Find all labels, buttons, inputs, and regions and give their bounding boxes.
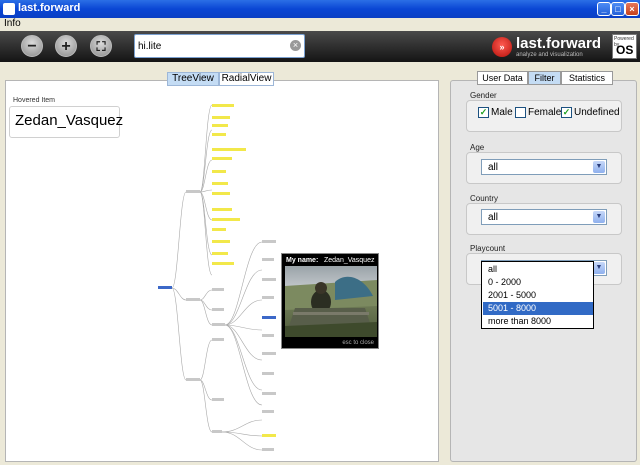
playcount-option[interactable]: all bbox=[483, 263, 593, 276]
tree-leaf[interactable] bbox=[262, 372, 274, 375]
tree-leaf-highlighted[interactable] bbox=[212, 124, 228, 127]
tree-leaf-highlighted[interactable] bbox=[212, 104, 234, 107]
chevron-down-icon[interactable]: ▼ bbox=[593, 211, 605, 223]
tree-leaf-highlighted[interactable] bbox=[262, 434, 276, 437]
country-title: Country bbox=[470, 194, 499, 203]
tree-leaf[interactable] bbox=[262, 448, 274, 451]
age-select[interactable]: all ▼ bbox=[481, 159, 607, 175]
tree-leaf-highlighted[interactable] bbox=[212, 228, 226, 231]
tree-node[interactable] bbox=[186, 378, 200, 381]
tree-leaf[interactable] bbox=[262, 410, 274, 413]
tree-node[interactable] bbox=[186, 298, 200, 301]
tree-root-node[interactable] bbox=[158, 286, 172, 289]
tree-leaf-highlighted[interactable] bbox=[212, 192, 230, 195]
tree-leaf-selected[interactable] bbox=[262, 316, 276, 319]
popup-close-hint[interactable]: esc to close bbox=[342, 340, 374, 346]
tree-leaf[interactable] bbox=[262, 352, 276, 355]
user-photo bbox=[285, 266, 377, 337]
tree-leaf[interactable] bbox=[212, 308, 224, 311]
tree-leaf-highlighted[interactable] bbox=[212, 116, 230, 119]
tree-leaf[interactable] bbox=[262, 240, 276, 243]
tree-leaf-highlighted[interactable] bbox=[212, 240, 230, 243]
country-value: all bbox=[488, 212, 499, 223]
tree-leaf[interactable] bbox=[262, 296, 274, 299]
age-title: Age bbox=[470, 143, 485, 152]
tree-leaf-highlighted[interactable] bbox=[212, 148, 246, 151]
tree-leaf[interactable] bbox=[212, 338, 224, 341]
tree-leaf-highlighted[interactable] bbox=[212, 182, 228, 185]
playcount-option-highlighted[interactable]: 5001 - 8000 bbox=[483, 302, 593, 315]
tree-node[interactable] bbox=[212, 323, 225, 326]
user-popup: My name: Zedan_Vasquez esc to close bbox=[281, 253, 379, 349]
popup-name-value: Zedan_Vasquez bbox=[324, 257, 375, 264]
tree-leaf[interactable] bbox=[212, 288, 224, 291]
tab-statistics[interactable]: Statistics bbox=[561, 71, 613, 85]
undefined-label: Undefined bbox=[574, 107, 620, 118]
male-label: Male bbox=[491, 107, 513, 118]
country-select[interactable]: all ▼ bbox=[481, 209, 607, 225]
popup-name-label: My name: bbox=[286, 257, 319, 264]
undefined-checkbox[interactable]: ✓ bbox=[561, 107, 572, 118]
tree-leaf[interactable] bbox=[262, 278, 276, 281]
tree-leaf-highlighted[interactable] bbox=[212, 218, 240, 221]
tree-leaf-highlighted[interactable] bbox=[212, 133, 226, 136]
tab-user-data[interactable]: User Data bbox=[477, 71, 528, 85]
tree-leaf[interactable] bbox=[262, 392, 276, 395]
tab-filter[interactable]: Filter bbox=[528, 71, 561, 85]
tree-leaf[interactable] bbox=[262, 334, 274, 337]
playcount-dropdown: all 0 - 2000 2001 - 5000 5001 - 8000 mor… bbox=[481, 261, 594, 329]
age-value: all bbox=[488, 162, 499, 173]
tree-leaf-highlighted[interactable] bbox=[212, 262, 234, 265]
playcount-title: Playcount bbox=[470, 244, 506, 253]
male-checkbox[interactable]: ✓ bbox=[478, 107, 489, 118]
tree-leaf-highlighted[interactable] bbox=[212, 170, 226, 173]
tree-leaf-highlighted[interactable] bbox=[212, 252, 228, 255]
chevron-down-icon[interactable]: ▼ bbox=[593, 262, 605, 274]
tree-leaf-highlighted[interactable] bbox=[212, 157, 232, 160]
tree-node[interactable] bbox=[212, 430, 222, 433]
female-label: Female bbox=[528, 107, 562, 118]
tree-node[interactable] bbox=[186, 190, 200, 193]
user-photo-image bbox=[285, 276, 377, 337]
playcount-option[interactable]: 0 - 2000 bbox=[483, 276, 593, 289]
tree-leaf-highlighted[interactable] bbox=[212, 208, 232, 211]
gender-title: Gender bbox=[470, 91, 497, 100]
playcount-option[interactable]: more than 8000 bbox=[483, 315, 593, 328]
playcount-option[interactable]: 2001 - 5000 bbox=[483, 289, 593, 302]
tree-leaf[interactable] bbox=[212, 398, 224, 401]
chevron-down-icon[interactable]: ▼ bbox=[593, 161, 605, 173]
tree-leaf[interactable] bbox=[262, 258, 274, 261]
female-checkbox[interactable] bbox=[515, 107, 526, 118]
